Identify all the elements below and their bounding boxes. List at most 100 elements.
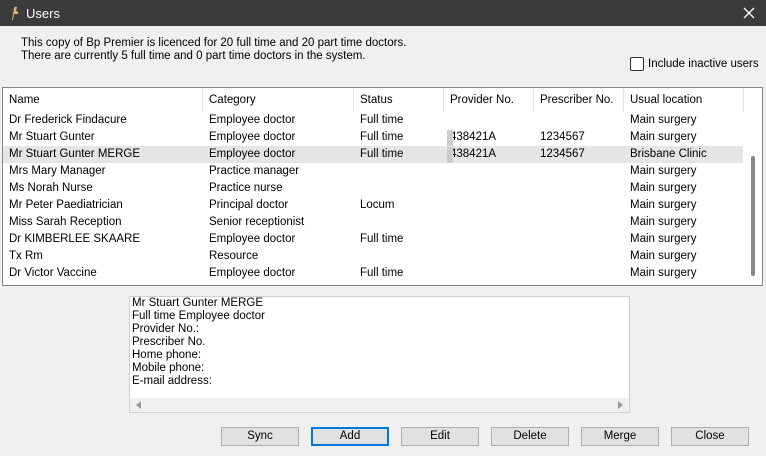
cell-provider	[444, 112, 534, 129]
cell-category: Senior receptionist	[209, 216, 305, 228]
cell-prescriber: 1234567	[540, 131, 585, 143]
cell-category: Employee doctor	[209, 131, 296, 143]
cell-name: Ms Norah Nurse	[9, 182, 93, 194]
column-header-category[interactable]: Category	[203, 88, 354, 112]
cell-location: Main surgery	[630, 267, 697, 279]
detail-line: Provider No.:	[132, 323, 200, 335]
detail-line: E-mail address:	[132, 375, 212, 387]
licence-info: This copy of Bp Premier is licenced for …	[21, 37, 406, 63]
users-table[interactable]: Name Category Status Provider No. Prescr…	[2, 87, 763, 286]
edit-button[interactable]: Edit	[401, 427, 479, 446]
cell-provider	[444, 197, 534, 214]
merge-button[interactable]: Merge	[581, 427, 659, 446]
window-close-button[interactable]	[732, 0, 766, 26]
cell-prescriber	[534, 231, 624, 248]
cell-name: Dr Frederick Findacure	[9, 114, 127, 126]
table-row[interactable]: Dr Frederick Findacure Employee doctor Ful…	[3, 112, 743, 129]
cell-category: Employee doctor	[209, 233, 296, 245]
cell-status: Full time	[360, 131, 404, 143]
table-row[interactable]: Mr Peter Paediatrician Principal doctor Lo…	[3, 197, 743, 214]
table-row[interactable]: Mrs Mary Manager Practice manager Main sur…	[3, 163, 743, 180]
detail-line: Full time Employee doctor	[132, 310, 265, 322]
licence-line-1: This copy of Bp Premier is licenced for …	[21, 37, 407, 49]
cell-status: Full time	[360, 114, 404, 126]
cell-prescriber	[534, 163, 624, 180]
column-header-provider-no[interactable]: Provider No.	[444, 88, 534, 112]
delete-button[interactable]: Delete	[491, 427, 569, 446]
cell-provider	[444, 163, 534, 180]
cell-provider	[444, 265, 534, 282]
close-icon	[743, 7, 755, 19]
cell-category: Employee doctor	[209, 267, 296, 279]
close-button[interactable]: Close	[671, 427, 749, 446]
cell-name: Dr Victor Vaccine	[9, 267, 97, 279]
provider-marker	[447, 147, 453, 163]
column-header-usual-location[interactable]: Usual location	[624, 88, 744, 112]
cell-status: Locum	[360, 199, 395, 211]
detail-line: Mr Stuart Gunter MERGE	[132, 297, 264, 309]
table-header: Name Category Status Provider No. Prescr…	[3, 88, 762, 112]
cell-name: Mr Stuart Gunter MERGE	[9, 148, 141, 160]
table-row[interactable]: Ms Norah Nurse Practice nurse Main surgery	[3, 180, 743, 197]
cell-category: Practice nurse	[209, 182, 283, 194]
cell-name: Mrs Mary Manager	[9, 165, 106, 177]
cell-status	[354, 248, 444, 265]
cell-provider	[444, 214, 534, 231]
sync-button[interactable]: Sync	[221, 427, 299, 446]
cell-prescriber	[534, 180, 624, 197]
cell-category: Employee doctor	[209, 114, 296, 126]
horizontal-scrollbar[interactable]	[130, 398, 629, 412]
detail-line: Home phone:	[132, 349, 202, 361]
add-button[interactable]: Add	[311, 427, 389, 446]
cell-category: Practice manager	[209, 165, 300, 177]
cell-provider	[444, 248, 534, 265]
cell-provider: 438421A	[450, 148, 497, 160]
cell-location: Main surgery	[630, 114, 697, 126]
cell-name: Tx Rm	[9, 250, 43, 262]
table-row[interactable]: Miss Sarah Reception Senior receptionist M…	[3, 214, 743, 231]
cell-status: Full time	[360, 267, 404, 279]
vertical-scrollbar[interactable]	[745, 112, 762, 285]
cell-provider: 438421A	[450, 131, 497, 143]
licence-line-2: There are currently 5 full time and 0 pa…	[21, 50, 366, 62]
provider-marker	[447, 130, 453, 146]
cell-prescriber	[534, 197, 624, 214]
scroll-left-icon[interactable]	[136, 401, 141, 409]
cell-status	[354, 163, 444, 180]
cell-prescriber	[534, 248, 624, 265]
cell-name: Mr Peter Paediatrician	[9, 199, 123, 211]
table-row[interactable]: Tx Rm Resource Main surgery	[3, 248, 743, 265]
scroll-right-icon[interactable]	[618, 401, 623, 409]
detail-line: Prescriber No.	[132, 336, 206, 348]
column-header-prescriber-no[interactable]: Prescriber No.	[534, 88, 624, 112]
cell-name: Mr Stuart Gunter	[9, 131, 95, 143]
scrollbar-thumb[interactable]	[751, 156, 755, 276]
detail-line: Mobile phone:	[132, 362, 205, 374]
cell-location: Main surgery	[630, 131, 697, 143]
column-header-status[interactable]: Status	[354, 88, 444, 112]
cell-status: Full time	[360, 148, 404, 160]
cell-prescriber	[534, 265, 624, 282]
table-row[interactable]: Dr Victor Vaccine Employee doctor Full tim…	[3, 265, 743, 282]
column-header-name[interactable]: Name	[3, 88, 203, 112]
user-detail-panel: Mr Stuart Gunter MERGE Full time Employee…	[129, 296, 630, 413]
cell-name: Miss Sarah Reception	[9, 216, 122, 228]
table-row[interactable]: Dr KIMBERLEE SKAARE Employee doctor Full t…	[3, 231, 743, 248]
cell-location: Main surgery	[630, 250, 697, 262]
cell-status	[354, 180, 444, 197]
cell-location: Main surgery	[630, 199, 697, 211]
cell-status	[354, 214, 444, 231]
window-title: Users	[26, 6, 60, 21]
cell-prescriber	[534, 214, 624, 231]
detail-lines: Mr Stuart Gunter MERGE Full time Employee…	[130, 297, 629, 388]
cell-category: Employee doctor	[209, 148, 296, 160]
checkbox-box[interactable]	[630, 57, 644, 71]
cell-location: Main surgery	[630, 216, 697, 228]
table-row[interactable]: Mr Stuart Gunter Employee doctor Full time…	[3, 129, 743, 146]
cell-category: Principal doctor	[209, 199, 289, 211]
include-inactive-checkbox[interactable]: Include inactive users	[630, 57, 759, 71]
table-row[interactable]: Mr Stuart Gunter MERGE Employee doctor Ful…	[3, 146, 743, 163]
cell-prescriber	[534, 112, 624, 129]
cell-location: Main surgery	[630, 182, 697, 194]
cell-prescriber: 1234567	[540, 148, 585, 160]
